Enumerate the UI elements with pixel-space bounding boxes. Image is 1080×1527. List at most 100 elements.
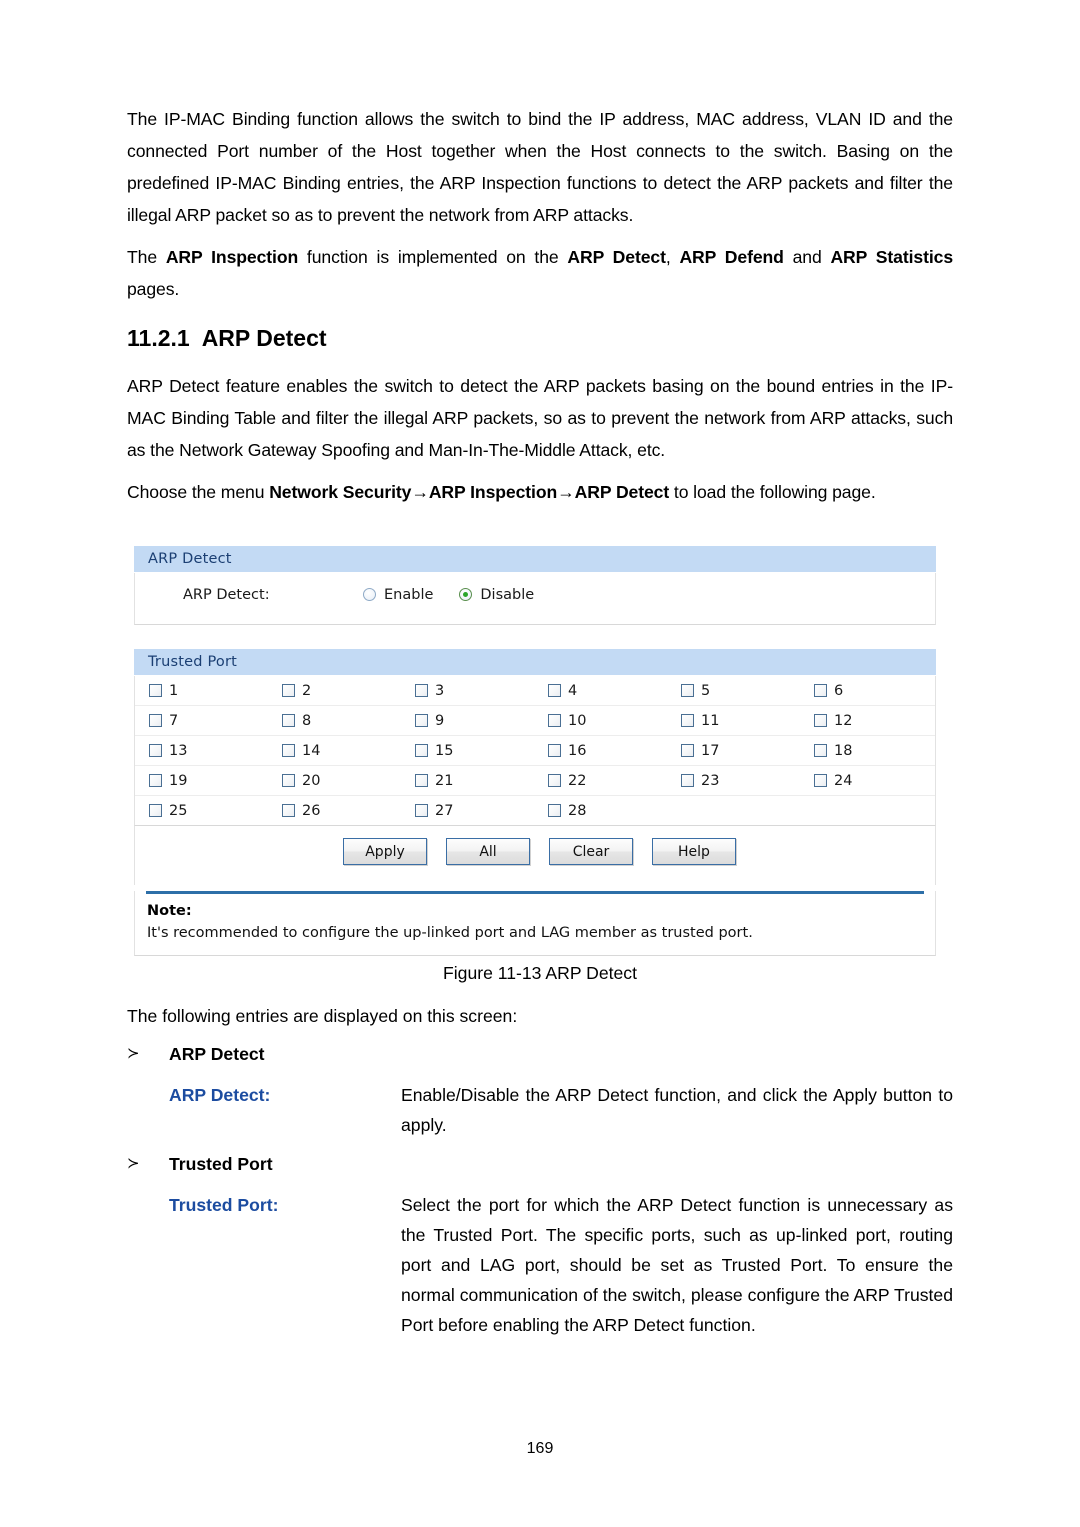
port-checkbox-item-8[interactable]: 8 [268,713,401,729]
checkbox-icon-port-21[interactable] [415,774,428,787]
radio-option-enable[interactable]: Enable [363,587,433,603]
port-number-label: 15 [435,742,454,759]
port-number-label: 13 [169,742,188,759]
port-checkbox-item-9[interactable]: 9 [401,713,534,729]
port-checkbox-item-7[interactable]: 7 [135,713,268,729]
note-text: It's recommended to configure the up-lin… [147,925,753,941]
checkbox-icon-port-16[interactable] [548,744,561,757]
inspection-bold4: ARP Statistics [830,247,953,267]
checkbox-icon-port-18[interactable] [814,744,827,757]
radio-enable-label: Enable [384,586,434,603]
checkbox-icon-port-9[interactable] [415,714,428,727]
port-checkbox-item-20[interactable]: 20 [268,773,401,789]
checkbox-icon-port-15[interactable] [415,744,428,757]
port-number-label: 5 [701,682,711,699]
port-checkbox-item-5[interactable]: 5 [667,683,800,699]
entries-lead-line: The following entries are displayed on t… [127,1006,518,1026]
port-checkbox-item-16[interactable]: 16 [534,743,667,759]
page-title: 11.2.1 ARP Detect [127,325,953,352]
port-checkbox-item-3[interactable]: 3 [401,683,534,699]
inspection-sentence: The ARP Inspection function is implement… [127,241,953,305]
checkbox-icon-port-20[interactable] [282,774,295,787]
checkbox-icon-port-11[interactable] [681,714,694,727]
port-checkbox-item-15[interactable]: 15 [401,743,534,759]
radio-disable-icon[interactable] [459,588,473,601]
port-number-label: 17 [701,742,720,759]
apply-button[interactable]: Apply [343,838,427,865]
checkbox-icon-port-8[interactable] [282,714,295,727]
port-checkbox-item-23[interactable]: 23 [667,773,800,789]
port-checkbox-item-1[interactable]: 1 [135,683,268,699]
checkbox-icon-port-23[interactable] [681,774,694,787]
port-number-label: 9 [435,712,445,729]
arp-detect-field-label: ARP Detect: [183,586,270,603]
checkbox-icon-port-28[interactable] [548,804,561,817]
panel-button-row: Apply All Clear Help [134,826,936,885]
port-checkbox-item-13[interactable]: 13 [135,743,268,759]
port-checkbox-item-17[interactable]: 17 [667,743,800,759]
checkbox-icon-port-19[interactable] [149,774,162,787]
port-number-label: 25 [169,802,188,819]
arp-detect-radio-group: Enable Disable [363,587,560,603]
port-checkbox-item-4[interactable]: 4 [534,683,667,699]
port-checkbox-item-21[interactable]: 21 [401,773,534,789]
checkbox-icon-port-27[interactable] [415,804,428,817]
port-checkbox-item-25[interactable]: 25 [135,803,268,819]
checkbox-icon-port-25[interactable] [149,804,162,817]
port-checkbox-item-22[interactable]: 22 [534,773,667,789]
port-checkbox-item-14[interactable]: 14 [268,743,401,759]
checkbox-icon-port-2[interactable] [282,684,295,697]
checkbox-icon-port-22[interactable] [548,774,561,787]
port-number-label: 6 [834,682,844,699]
checkbox-icon-port-12[interactable] [814,714,827,727]
port-number-label: 1 [169,682,179,699]
port-checkbox-item-12[interactable]: 12 [800,713,933,729]
checkbox-icon-port-26[interactable] [282,804,295,817]
intro-paragraph: The IP-MAC Binding function allows the s… [127,109,953,225]
definition-description-trusted-port: Select the port for which the ARP Detect… [401,1195,953,1335]
help-button[interactable]: Help [652,838,736,865]
section-number: 11.2.1 [127,325,190,351]
port-checkbox-item-27[interactable]: 27 [401,803,534,819]
port-checkbox-item-10[interactable]: 10 [534,713,667,729]
checkbox-icon-port-24[interactable] [814,774,827,787]
trusted-port-grid: 1 2 3 4 5 6 7 8 9 10 11 12 13 14 15 16 17 18 19 20 21 22 23 24 2… [134,676,936,826]
port-checkbox-item-19[interactable]: 19 [135,773,268,789]
port-checkbox-item-6[interactable]: 6 [800,683,933,699]
checkbox-icon-port-7[interactable] [149,714,162,727]
menu-arrow2: → [557,482,575,502]
checkbox-icon-port-10[interactable] [548,714,561,727]
port-number-label: 27 [435,802,454,819]
checkbox-icon-port-4[interactable] [548,684,561,697]
upper-text-block: The IP-MAC Binding function allows the s… [127,103,953,518]
checkbox-icon-port-3[interactable] [415,684,428,697]
bullet-arrow-icon: ≻ [127,1045,140,1062]
definition-term-trusted-port: Trusted Port: [169,1195,279,1215]
checkbox-icon-port-1[interactable] [149,684,162,697]
port-checkbox-item-28[interactable]: 28 [534,803,667,819]
checkbox-icon-port-13[interactable] [149,744,162,757]
port-checkbox-item-26[interactable]: 26 [268,803,401,819]
all-button[interactable]: All [446,838,530,865]
inspection-bold1: ARP Inspection [165,247,299,267]
port-checkbox-item-24[interactable]: 24 [800,773,933,789]
bullet-heading-trusted-port: ≻ Trusted Port [127,1148,953,1180]
radio-enable-icon[interactable] [363,588,376,601]
port-checkbox-item-18[interactable]: 18 [800,743,933,759]
checkbox-icon-port-17[interactable] [681,744,694,757]
port-checkbox-item-2[interactable]: 2 [268,683,401,699]
port-number-label: 23 [701,772,720,789]
table-row: 13 14 15 16 17 18 [135,736,935,766]
checkbox-icon-port-14[interactable] [282,744,295,757]
checkbox-icon-port-5[interactable] [681,684,694,697]
menu-bold3: ARP Detect [574,482,670,502]
port-checkbox-item-11[interactable]: 11 [667,713,800,729]
definition-arp-detect: ARP Detect: Enable/Disable the ARP Detec… [127,1080,953,1140]
inspection-bold2: ARP Detect [567,247,666,267]
checkbox-icon-port-6[interactable] [814,684,827,697]
clear-button[interactable]: Clear [549,838,633,865]
inspection-bold3: ARP Defend [679,247,784,267]
port-number-label: 26 [302,802,321,819]
port-number-label: 21 [435,772,454,789]
radio-option-disable[interactable]: Disable [459,587,534,603]
